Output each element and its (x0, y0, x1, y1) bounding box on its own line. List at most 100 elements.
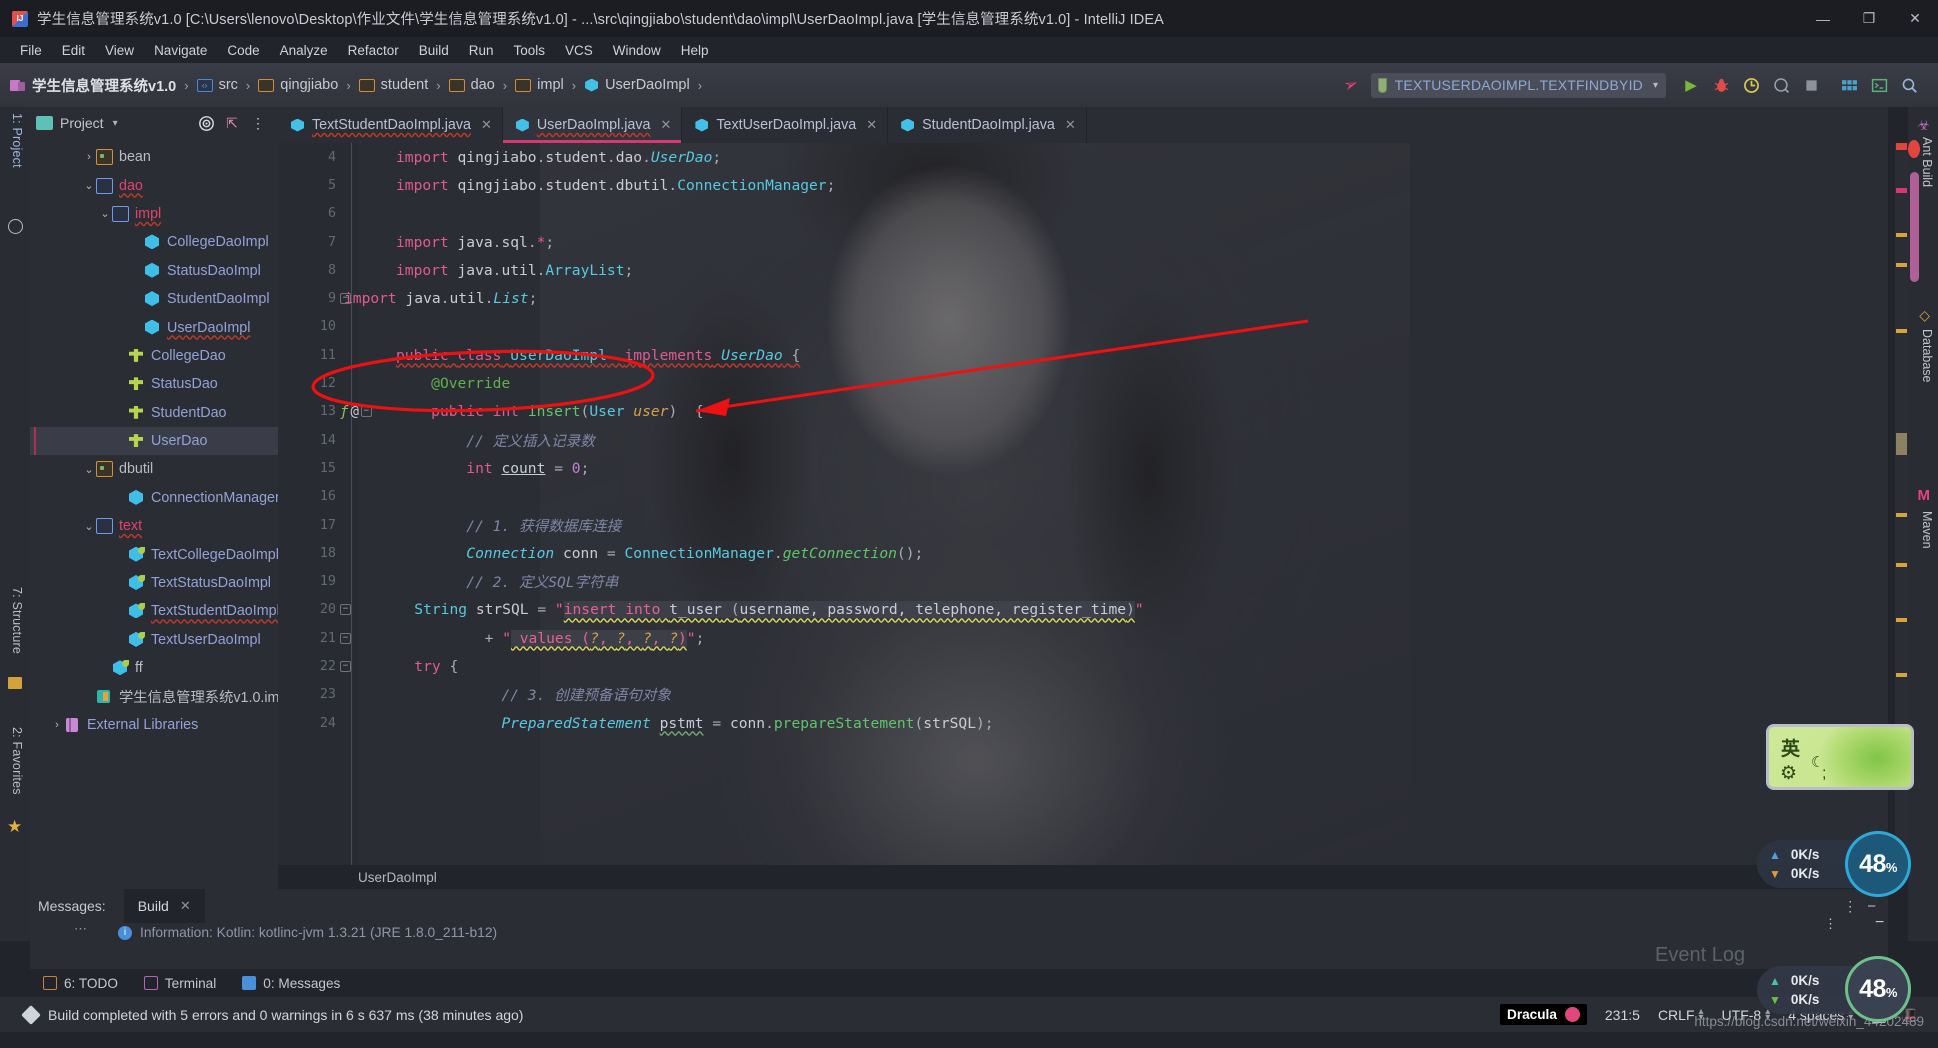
tree-item-external-libraries[interactable]: › External Libraries (30, 711, 278, 739)
error-stripe-mark[interactable] (1896, 618, 1907, 622)
menu-tools[interactable]: Tools (504, 41, 556, 60)
event-log-label[interactable]: Event Log (1655, 944, 1745, 967)
widget-minimize-icon[interactable]: − (1875, 914, 1884, 932)
tree-item-text[interactable]: ⌄ text (30, 512, 278, 540)
error-stripe-mark[interactable] (1896, 263, 1907, 267)
messages-expand-dots[interactable]: ⋯ (74, 921, 89, 937)
cpu-gauge-bottom[interactable]: 48% (1845, 956, 1911, 1022)
collapse-all-icon[interactable]: ⇱ (222, 113, 242, 133)
tool-tab-ant-build[interactable]: Ant Build (1920, 137, 1934, 187)
chevron-down-icon[interactable]: ▾ (113, 118, 118, 129)
error-stripe-mark[interactable] (1896, 188, 1907, 193)
tree-item-dao[interactable]: ⌄ dao (30, 171, 278, 199)
menu-vcs[interactable]: VCS (555, 41, 603, 60)
more-options-icon[interactable]: ⋮ (248, 113, 268, 133)
run-with-coverage-icon[interactable] (1736, 70, 1766, 100)
run-button[interactable]: ▶ (1676, 70, 1706, 100)
code-content[interactable]: 4 import qingjiabo.student.dao.UserDao; 5… (278, 143, 1888, 865)
menu-help[interactable]: Help (671, 41, 719, 60)
hide-panel-icon[interactable]: − (1867, 898, 1876, 915)
menu-window[interactable]: Window (603, 41, 671, 60)
tool-tab-maven[interactable]: Maven (1920, 511, 1934, 549)
gear-icon[interactable]: ⚙ (1780, 762, 1797, 785)
tree-expand-arrow-icon[interactable]: › (82, 151, 96, 163)
tree-item-impl[interactable]: ⌄ impl (30, 200, 278, 228)
tree-item-dbutil[interactable]: ⌄ dbutil (30, 455, 278, 483)
messages-build-tab[interactable]: Build ✕ (123, 889, 205, 923)
tree-item-statusdao[interactable]: StatusDao (30, 370, 278, 398)
menu-file[interactable]: File (10, 41, 52, 60)
structure-icon[interactable] (8, 677, 22, 689)
menu-code[interactable]: Code (217, 41, 269, 60)
breadcrumb-userdaoimpl[interactable]: UserDaoImpl (584, 77, 690, 93)
close-icon[interactable]: ✕ (660, 117, 671, 133)
search-icon[interactable] (1894, 70, 1924, 100)
sidebar-tab-project[interactable]: 1: Project (10, 113, 24, 168)
breadcrumb-dao[interactable]: dao (448, 77, 495, 93)
breadcrumb-student[interactable]: student (358, 77, 428, 93)
tree-item-bean[interactable]: › bean (30, 143, 278, 171)
bottom-tab-messages[interactable]: 0: Messages (229, 969, 354, 997)
close-icon[interactable]: ✕ (481, 117, 492, 133)
caret-position[interactable]: 231:5 (1605, 1007, 1640, 1023)
stop-button[interactable] (1796, 70, 1826, 100)
error-stripe-mark[interactable] (1896, 143, 1907, 147)
tree-item-connectionmanager[interactable]: ConnectionManager (30, 484, 280, 512)
build-hammer-icon[interactable]: ➢ (1341, 73, 1361, 97)
tree-item-ff[interactable]: ff (30, 654, 278, 682)
terminal-icon[interactable] (1864, 70, 1894, 100)
target-icon[interactable] (196, 113, 216, 133)
menu-analyze[interactable]: Analyze (270, 41, 338, 60)
layout-grid-icon[interactable] (1834, 70, 1864, 100)
tree-expand-arrow-icon[interactable]: › (50, 719, 64, 731)
cpu-gauge-top[interactable]: 48% (1845, 831, 1911, 897)
editor-tab-textuserdaoimpl[interactable]: TextUserDaoImpl.java ✕ (682, 107, 889, 143)
code-editor[interactable]: 4 import qingjiabo.student.dao.UserDao; 5… (278, 143, 1888, 865)
tree-item-statusdaoimpl[interactable]: StatusDaoImpl (30, 257, 278, 285)
menu-navigate[interactable]: Navigate (144, 41, 217, 60)
star-icon[interactable]: ★ (7, 817, 22, 837)
message-row[interactable]: i Information: Kotlin: kotlinc-jvm 1.3.2… (118, 925, 497, 940)
profiler-icon[interactable] (1766, 70, 1796, 100)
maximize-button[interactable]: ❐ (1846, 0, 1892, 37)
tree-item-studentdao[interactable]: StudentDao (30, 399, 278, 427)
bottom-tab-todo[interactable]: 6: TODO (30, 969, 131, 997)
error-stripe-mark[interactable] (1896, 673, 1907, 677)
tree-expand-arrow-icon[interactable]: ⌄ (98, 207, 112, 220)
close-icon[interactable]: ✕ (180, 898, 191, 914)
breadcrumb-src[interactable]: src (196, 77, 238, 93)
menu-view[interactable]: View (95, 41, 144, 60)
debug-icon[interactable] (1706, 70, 1736, 100)
minimize-button[interactable]: — (1800, 0, 1846, 37)
menu-edit[interactable]: Edit (52, 41, 95, 60)
error-stripe-mark[interactable] (1896, 513, 1907, 517)
editor-tab-userdaoimpl[interactable]: UserDaoImpl.java ✕ (502, 107, 683, 143)
tree-item-v1-0-iml[interactable]: 学生信息管理系统v1.0.iml (30, 682, 283, 710)
tree-expand-arrow-icon[interactable]: ⌄ (82, 179, 96, 192)
close-icon[interactable]: ✕ (866, 117, 877, 133)
tree-expand-arrow-icon[interactable]: ⌄ (82, 463, 96, 476)
editor-scrollbar-thumb[interactable] (1910, 172, 1919, 282)
breadcrumb-impl[interactable]: impl (515, 77, 564, 93)
error-stripe-mark[interactable] (1896, 329, 1907, 333)
tree-item-collegedao[interactable]: CollegeDao (30, 342, 278, 370)
tool-tab-database[interactable]: Database (1920, 329, 1934, 383)
build-status-icon[interactable] (21, 1004, 41, 1025)
widget-options-dots[interactable]: ⋮ (1824, 917, 1837, 930)
close-icon[interactable]: ✕ (1065, 117, 1076, 133)
breadcrumb-qingjiabo[interactable]: qingjiabo (258, 77, 338, 93)
error-count-badge[interactable] (1908, 140, 1920, 158)
tree-item-userdao[interactable]: UserDao (30, 426, 278, 456)
error-stripe-mark[interactable] (1896, 433, 1907, 455)
sidebar-tab-favorites[interactable]: 2: Favorites (10, 727, 24, 795)
menu-run[interactable]: Run (459, 41, 504, 60)
bottom-tab-terminal[interactable]: Terminal (131, 969, 229, 997)
sidebar-tab-structure[interactable]: 7: Structure (10, 587, 24, 654)
run-configuration-selector[interactable]: TEXTUSERDAOIMPL.TEXTFINDBYID ▾ (1370, 72, 1666, 98)
fold-marker-icon[interactable]: − (360, 406, 372, 418)
error-stripe-mark[interactable] (1896, 233, 1907, 237)
theme-indicator[interactable]: Dracula (1500, 1004, 1587, 1025)
tree-item-userdaoimpl[interactable]: UserDaoImpl (30, 313, 278, 341)
close-button[interactable]: ✕ (1892, 0, 1938, 37)
tree-item-collegedaoimpl[interactable]: CollegeDaoImpl (30, 228, 278, 256)
